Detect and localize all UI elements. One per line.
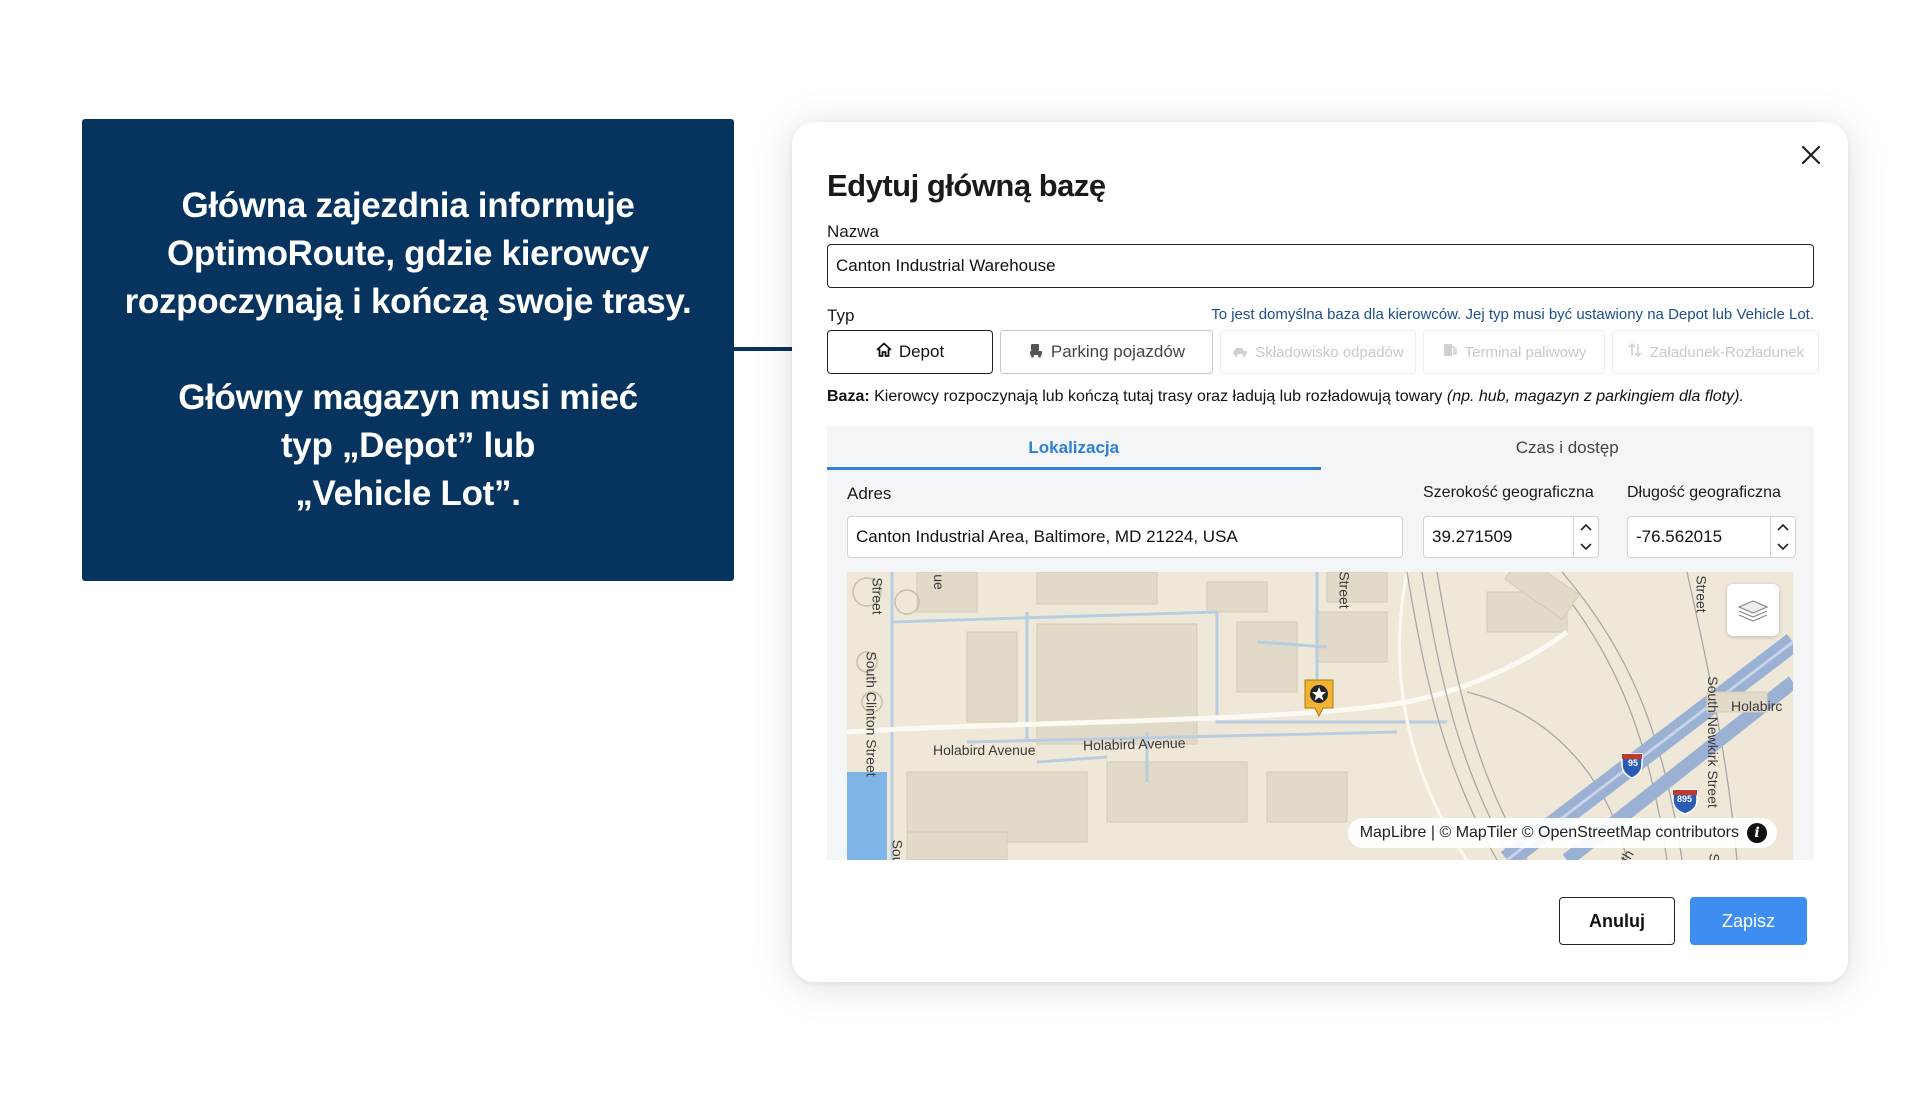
tab-time-access[interactable]: Czas i dostęp xyxy=(1321,426,1815,470)
longitude-label: Długość geograficzna xyxy=(1627,484,1781,501)
name-input[interactable] xyxy=(827,244,1814,288)
map-label-street-b: Street xyxy=(1336,572,1353,609)
edit-base-modal: Edytuj główną bazę Nazwa Typ To jest dom… xyxy=(792,122,1848,982)
car-icon xyxy=(1028,342,1044,363)
layers-icon[interactable] xyxy=(1727,584,1779,636)
type-dump-label: Składowisko odpadów xyxy=(1255,343,1404,361)
type-fuel-terminal-button[interactable]: Terminal paliwowy xyxy=(1423,330,1605,374)
map-label-i895: 895 xyxy=(1677,794,1693,804)
callout-box: Główna zajezdnia informuje OptimoRoute, … xyxy=(82,119,734,581)
latitude-input[interactable] xyxy=(1424,517,1573,557)
type-loading-button[interactable]: Załadunek-Rozładunek xyxy=(1612,330,1819,374)
map-label-holabird-2: Holabird Avenue xyxy=(1082,734,1186,754)
home-icon xyxy=(876,342,892,363)
map[interactable]: Holabird Avenue Holabird Avenue Holabirc… xyxy=(847,572,1793,860)
map-label-fragment-sout: Sout xyxy=(889,839,906,860)
type-depot-button[interactable]: Depot xyxy=(827,330,993,374)
map-label-newkirk: South Newkirk Street xyxy=(1704,676,1721,808)
latitude-field xyxy=(1423,516,1599,558)
type-label: Typ xyxy=(827,306,855,325)
location-panel: Adres Szerokość geograficzna Długość geo… xyxy=(827,470,1814,860)
longitude-input[interactable] xyxy=(1628,517,1770,557)
chevron-down-icon[interactable] xyxy=(1771,537,1795,557)
base-desc-text: Kierowcy rozpoczynają lub kończą tutaj t… xyxy=(869,388,1447,405)
base-desc-bold: Baza: xyxy=(827,388,870,405)
map-label-street-a: Street xyxy=(869,577,886,615)
type-fuel-terminal-label: Terminal paliwowy xyxy=(1464,343,1587,361)
longitude-field xyxy=(1627,516,1796,558)
info-icon[interactable]: i xyxy=(1747,823,1767,843)
callout-paragraph-2: Główny magazyn musi mieć typ „Depot” lub… xyxy=(178,378,638,513)
map-label-holabird-1: Holabird Avenue xyxy=(933,742,1036,758)
up-down-arrows-icon xyxy=(1627,342,1643,362)
type-vehicle-lot-button[interactable]: Parking pojazdów xyxy=(1000,330,1213,374)
chevron-up-icon[interactable] xyxy=(1771,517,1795,537)
dump-truck-icon xyxy=(1232,342,1248,362)
attribution-text: MapLibre | © MapTiler © OpenStreetMap co… xyxy=(1359,824,1739,841)
tab-location[interactable]: Lokalizacja xyxy=(827,426,1321,470)
base-desc-italic: (np. hub, magazyn z parkingiem dla floty… xyxy=(1446,388,1744,405)
map-attribution: MapLibre | © MapTiler © OpenStreetMap co… xyxy=(1347,818,1777,848)
latitude-label: Szerokość geograficzna xyxy=(1423,484,1594,501)
type-hint: To jest domyślna baza dla kierowców. Jej… xyxy=(1211,306,1814,323)
callout-paragraph-1: Główna zajezdnia informuje OptimoRoute, … xyxy=(124,186,692,321)
longitude-stepper xyxy=(1769,517,1795,557)
address-input[interactable] xyxy=(847,516,1403,558)
address-label: Adres xyxy=(847,484,892,503)
base-description: Baza: Kierowcy rozpoczynają lub kończą t… xyxy=(827,388,1817,406)
save-button[interactable]: Zapisz xyxy=(1690,897,1807,945)
depot-star-marker-icon[interactable] xyxy=(1303,678,1335,718)
type-loading-label: Załadunek-Rozładunek xyxy=(1649,343,1805,361)
chevron-down-icon[interactable] xyxy=(1574,537,1598,557)
latitude-stepper xyxy=(1572,517,1598,557)
map-label-clinton: South Clinton Street xyxy=(863,651,880,777)
type-vehicle-lot-label: Parking pojazdów xyxy=(1050,342,1186,361)
type-selector: Depot Parking pojazdów Składowisko odpad… xyxy=(827,330,1819,374)
name-label: Nazwa xyxy=(827,222,879,241)
map-label-i95: 95 xyxy=(1628,758,1639,768)
map-label-holabird-3: Holabirc xyxy=(1731,698,1783,714)
chevron-up-icon[interactable] xyxy=(1574,517,1598,537)
map-label-fragment-s: S xyxy=(1706,853,1723,860)
fuel-pump-icon xyxy=(1442,342,1458,362)
cancel-button[interactable]: Anuluj xyxy=(1559,897,1675,945)
type-depot-label: Depot xyxy=(898,342,945,361)
map-label-fragment-ue: ue xyxy=(930,574,947,590)
close-icon[interactable] xyxy=(1796,140,1826,170)
tabs: Lokalizacja Czas i dostęp xyxy=(827,426,1814,470)
type-dump-button[interactable]: Składowisko odpadów xyxy=(1220,330,1416,374)
modal-title: Edytuj główną bazę xyxy=(827,168,1106,203)
map-label-street-c: Street xyxy=(1693,575,1710,613)
